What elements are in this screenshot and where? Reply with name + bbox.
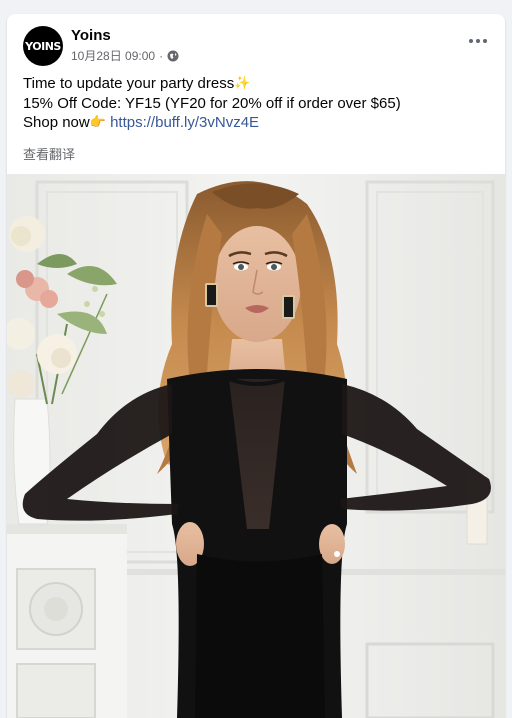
avatar-logo-text: YOINS	[25, 39, 61, 53]
globe-icon[interactable]	[167, 50, 179, 62]
message-line-3: Shop now👉 https://buff.ly/3vNvz4E	[23, 113, 493, 133]
post-timestamp[interactable]: 10月28日 09:00	[71, 47, 155, 64]
pointing-hand-icon: 👉	[89, 115, 106, 130]
message-line-3-text: Shop now	[23, 114, 90, 131]
post-photo[interactable]	[7, 174, 505, 718]
sparkles-icon: ✨	[234, 76, 251, 91]
shop-link[interactable]: https://buff.ly/3vNvz4E	[110, 114, 259, 131]
more-dot	[483, 39, 487, 43]
post-message: Time to update your party dress✨ 15% Off…	[23, 74, 493, 133]
message-line-2: 15% Off Code: YF15 (YF20 for 20% off if …	[23, 94, 401, 112]
photo-model-black-mesh-dress	[7, 174, 505, 718]
message-line-1-text: Time to update your party dress	[23, 75, 235, 92]
message-line-1: Time to update your party dress✨	[23, 74, 493, 94]
more-options-button[interactable]	[463, 30, 493, 52]
post-card: YOINS Yoins 10月28日 09:00 · Time to updat…	[7, 14, 505, 718]
post-meta: 10月28日 09:00 ·	[71, 47, 179, 64]
page-avatar[interactable]: YOINS	[23, 26, 63, 66]
page-name[interactable]: Yoins	[71, 27, 111, 44]
meta-separator: ·	[159, 48, 164, 63]
more-dot	[476, 39, 480, 43]
more-horizontal-icon	[469, 39, 473, 43]
post-header: YOINS Yoins 10月28日 09:00 ·	[23, 26, 493, 66]
see-translation-button[interactable]: 查看翻译	[23, 144, 75, 163]
